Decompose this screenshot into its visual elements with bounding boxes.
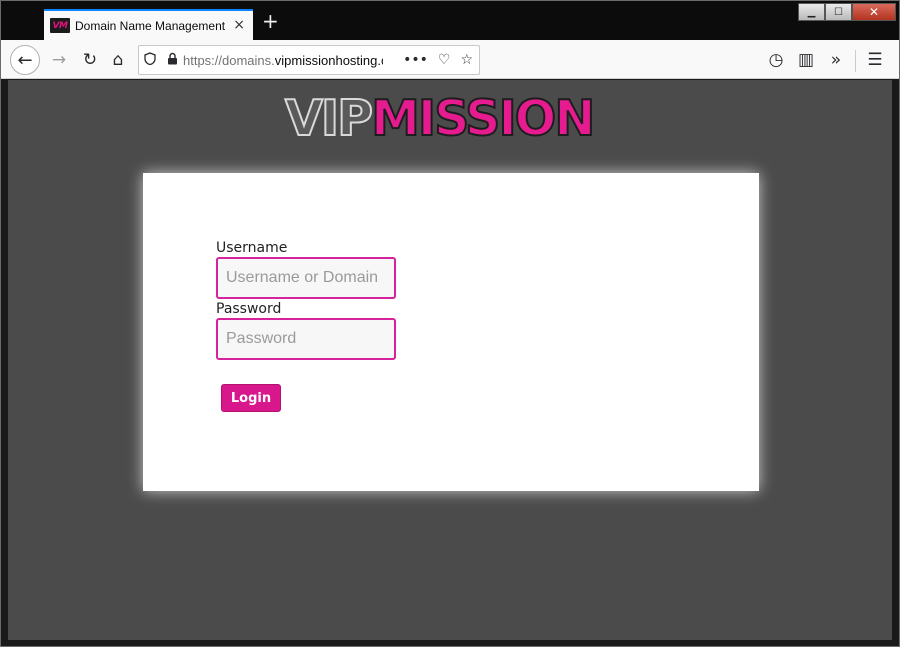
pocket-icon[interactable]: ♡ xyxy=(438,52,451,68)
logo-vip: VIP xyxy=(284,90,374,147)
tracking-shield-icon[interactable] xyxy=(139,51,161,69)
url-actions: ••• ♡ ☆ xyxy=(403,52,479,68)
minimize-button[interactable]: ▁ xyxy=(798,3,825,21)
close-tab-icon[interactable]: × xyxy=(233,17,245,33)
favicon-icon: VM xyxy=(50,18,70,33)
home-button[interactable]: ⌂ xyxy=(105,47,131,73)
new-tab-button[interactable]: + xyxy=(262,11,279,31)
tab-title: Domain Name Management xyxy=(75,18,226,33)
url-bar[interactable]: https://domains.vipmissionhosting.c ••• … xyxy=(138,45,480,75)
vipmission-logo: VIPMISSION xyxy=(284,93,596,145)
password-label: Password xyxy=(216,301,282,317)
page-content: VIPMISSION Username Password Login xyxy=(8,80,892,640)
sidebar-icon[interactable]: ▥ xyxy=(793,47,819,73)
toolbar-separator xyxy=(855,50,856,72)
window-controls: ▁ ☐ ✕ xyxy=(798,3,896,21)
browser-window: VM Domain Name Management × + ▁ ☐ ✕ ← → … xyxy=(0,0,900,647)
reload-button[interactable]: ↻ xyxy=(77,47,103,73)
logo-mission: MISSION xyxy=(370,90,596,147)
hamburger-menu-icon[interactable]: ☰ xyxy=(862,47,888,73)
url-text[interactable]: https://domains.vipmissionhosting.c xyxy=(183,53,383,68)
maximize-button[interactable]: ☐ xyxy=(825,3,852,21)
lock-icon[interactable] xyxy=(161,52,183,69)
password-input[interactable] xyxy=(216,318,396,360)
tab-domain-name-management[interactable]: VM Domain Name Management × xyxy=(44,9,253,40)
login-card: Username Password Login xyxy=(143,173,759,491)
bookmark-star-icon[interactable]: ☆ xyxy=(460,52,473,68)
back-button[interactable]: ← xyxy=(10,45,40,75)
close-window-button[interactable]: ✕ xyxy=(852,3,896,21)
login-button[interactable]: Login xyxy=(221,384,281,412)
url-domain: vipmissionhosting.c xyxy=(274,52,383,68)
overflow-menu-icon[interactable]: » xyxy=(823,47,849,73)
page-actions-icon[interactable]: ••• xyxy=(403,52,428,68)
nav-toolbar: ← → ↻ ⌂ https://domains.vipmissionhostin… xyxy=(1,40,899,79)
username-input[interactable] xyxy=(216,257,396,299)
url-prefix: https://domains. xyxy=(183,52,275,68)
history-icon[interactable]: ◷ xyxy=(763,47,789,73)
tab-strip: VM Domain Name Management × + ▁ ☐ ✕ xyxy=(1,1,899,40)
forward-button[interactable]: → xyxy=(46,47,72,73)
username-label: Username xyxy=(216,240,288,256)
